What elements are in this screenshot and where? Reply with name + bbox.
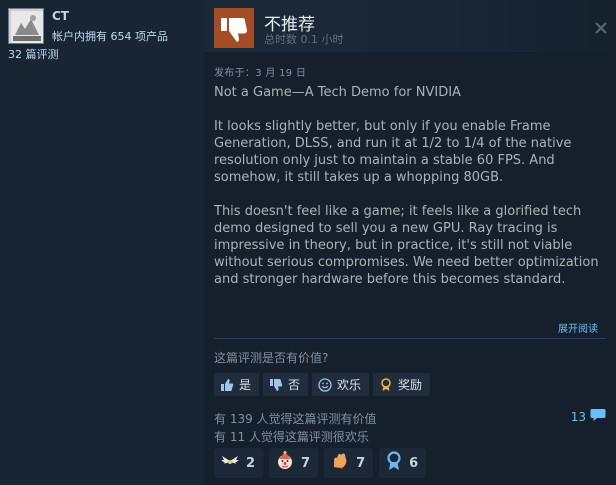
review-panel: 不推荐 总时数 0.1 小时 发布于：3 月 19 日 Not a Game—A… xyxy=(204,0,616,485)
comment-count: 13 xyxy=(570,409,586,424)
avatar[interactable] xyxy=(8,8,44,44)
author-name[interactable]: CT xyxy=(52,9,69,23)
vote-funny-label: 欢乐 xyxy=(337,378,362,392)
award-count: 7 xyxy=(356,455,366,471)
award-count: 2 xyxy=(246,455,256,471)
clown-award-icon xyxy=(275,451,295,475)
award-ribbon-icon xyxy=(379,377,393,392)
award-button[interactable]: 奖励 xyxy=(373,373,431,396)
playtime-hours: 总时数 0.1 小时 xyxy=(264,33,344,46)
funny-count-text: 有 11 人觉得这篇评测很欢乐 xyxy=(214,430,369,444)
award-label: 奖励 xyxy=(398,378,423,392)
smiley-icon xyxy=(318,377,332,392)
award-count: 7 xyxy=(301,455,311,471)
award-item[interactable]: 7 xyxy=(269,448,319,478)
author-panel: CT 帐户内拥有 654 项产品 32 篇评测 xyxy=(0,0,204,485)
vote-no-label: 否 xyxy=(288,378,301,392)
award-item[interactable]: 7 xyxy=(324,448,374,478)
comment-bubble-icon xyxy=(590,408,606,425)
review-paragraph: This doesn't feel like a game; it feels … xyxy=(214,204,599,287)
comments-link[interactable]: 13 xyxy=(571,408,606,425)
award-count: 6 xyxy=(409,455,419,471)
posted-date: 发布于：3 月 19 日 xyxy=(214,68,307,79)
review-paragraph: Not a Game—A Tech Demo for NVIDIA xyxy=(214,85,461,100)
award-item[interactable]: 6 xyxy=(379,448,427,478)
helpful-count-text: 有 139 人觉得这篇评测有价值 xyxy=(214,412,377,426)
wings-award-icon xyxy=(220,452,240,474)
vote-buttons: 是 否 欢乐 奖励 xyxy=(214,373,431,396)
divider xyxy=(214,338,606,339)
review-paragraph: It looks slightly better, but only if yo… xyxy=(214,119,572,185)
expand-review-link[interactable]: 展开阅读 xyxy=(558,320,598,335)
vote-yes-button[interactable]: 是 xyxy=(214,373,260,396)
helpful-question: 这篇评测是否有价值? xyxy=(214,351,329,365)
thumbs-down-icon xyxy=(269,378,283,392)
vote-yes-label: 是 xyxy=(239,378,252,392)
close-icon[interactable] xyxy=(594,20,608,34)
ribbon-award-icon xyxy=(385,451,403,475)
hand-award-icon xyxy=(330,451,350,475)
review-text: Not a Game—A Tech Demo for NVIDIA It loo… xyxy=(214,84,606,305)
vote-no-button[interactable]: 否 xyxy=(263,373,309,396)
award-item[interactable]: 2 xyxy=(214,448,264,478)
thumbs-up-icon xyxy=(220,378,234,392)
author-products-count[interactable]: 帐户内拥有 654 项产品 xyxy=(52,28,168,44)
author-reviews-count[interactable]: 32 篇评测 xyxy=(8,46,59,62)
awards-list: 2 7 7 6 xyxy=(214,448,427,478)
vote-funny-button[interactable]: 欢乐 xyxy=(312,373,370,396)
thumbs-down-icon xyxy=(214,8,254,48)
